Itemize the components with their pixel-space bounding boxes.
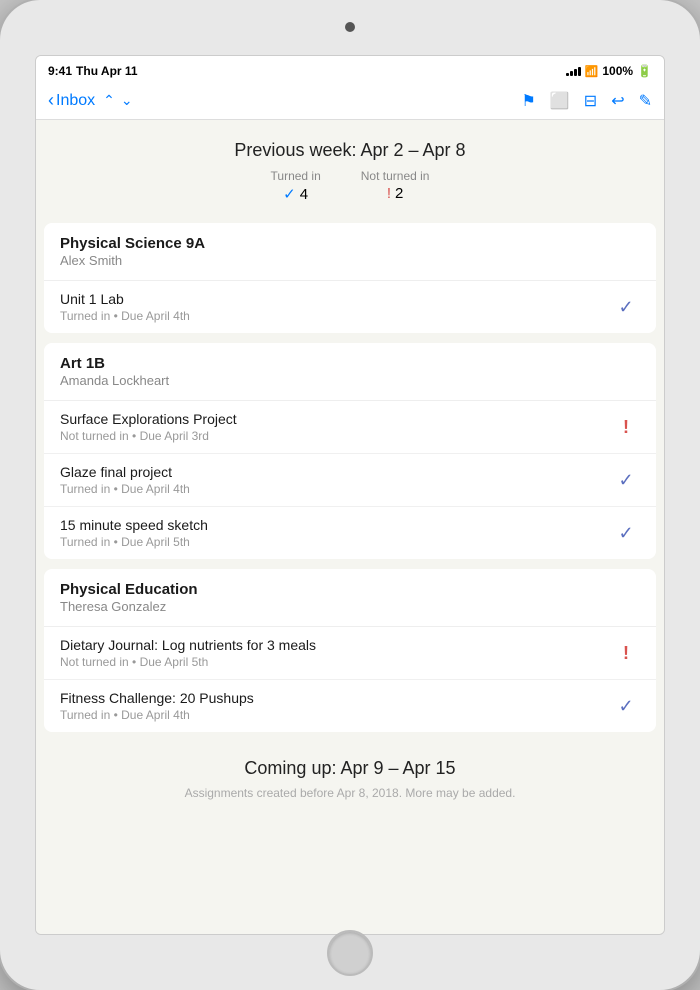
teacher-name-2: Theresa Gonzalez bbox=[60, 599, 640, 614]
turned-in-label: Turned in bbox=[271, 169, 321, 183]
date-display: Thu Apr 11 bbox=[76, 64, 138, 78]
assignment-status-1-0: ! bbox=[612, 417, 640, 438]
assignment-row-2-0[interactable]: Dietary Journal: Log nutrients for 3 mea… bbox=[44, 627, 656, 680]
assignment-info-2-0: Dietary Journal: Log nutrients for 3 mea… bbox=[60, 637, 612, 669]
checkmark-icon: ✓ bbox=[618, 696, 633, 717]
assignment-title-2-1: Fitness Challenge: 20 Pushups bbox=[60, 690, 612, 706]
classes-container: Physical Science 9AAlex Smith Unit 1 Lab T… bbox=[36, 215, 664, 732]
assignment-info-1-2: 15 minute speed sketch Turned in • Due Ap… bbox=[60, 517, 612, 549]
assignment-title-2-0: Dietary Journal: Log nutrients for 3 mea… bbox=[60, 637, 612, 653]
not-turned-in-value: ! 2 bbox=[387, 185, 404, 202]
content-area: Previous week: Apr 2 – Apr 8 Turned in ✓… bbox=[36, 120, 664, 934]
assignment-title-0-0: Unit 1 Lab bbox=[60, 291, 612, 307]
up-arrow-button[interactable]: ⌃ bbox=[103, 92, 115, 109]
back-button[interactable]: ‹ Inbox bbox=[48, 90, 95, 111]
class-name-0: Physical Science 9A bbox=[60, 235, 640, 252]
class-card-0: Physical Science 9AAlex Smith Unit 1 Lab T… bbox=[44, 223, 656, 333]
nav-right: ⚑ ⬜ ⊟ ↩ ✎ bbox=[522, 91, 652, 111]
assignment-row-1-2[interactable]: 15 minute speed sketch Turned in • Due Ap… bbox=[44, 507, 656, 559]
class-header-1: Art 1BAmanda Lockheart bbox=[44, 343, 656, 401]
class-name-1: Art 1B bbox=[60, 355, 640, 372]
folder-icon[interactable]: ⬜ bbox=[550, 91, 570, 111]
turned-in-value: ✓ 4 bbox=[283, 185, 308, 203]
not-turned-in-count: 2 bbox=[395, 185, 403, 202]
class-card-1: Art 1BAmanda Lockheart Surface Exploratio… bbox=[44, 343, 656, 559]
turned-in-stat: Turned in ✓ 4 bbox=[271, 169, 321, 203]
assignment-meta-2-1: Turned in • Due April 4th bbox=[60, 708, 612, 722]
class-name-2: Physical Education bbox=[60, 581, 640, 598]
assignment-title-1-0: Surface Explorations Project bbox=[60, 411, 612, 427]
week-title: Previous week: Apr 2 – Apr 8 bbox=[52, 140, 648, 161]
assignment-status-2-0: ! bbox=[612, 643, 640, 664]
ipad-frame: 9:41 Thu Apr 11 📶 100% 🔋 ‹ Inbo bbox=[0, 0, 700, 990]
assignment-row-2-1[interactable]: Fitness Challenge: 20 Pushups Turned in •… bbox=[44, 680, 656, 732]
checkmark-icon: ✓ bbox=[618, 297, 633, 318]
back-label: Inbox bbox=[56, 92, 95, 110]
check-symbol: ✓ bbox=[283, 185, 296, 203]
screen: 9:41 Thu Apr 11 📶 100% 🔋 ‹ Inbo bbox=[35, 55, 665, 935]
assignment-title-1-1: Glaze final project bbox=[60, 464, 612, 480]
week-header: Previous week: Apr 2 – Apr 8 Turned in ✓… bbox=[36, 120, 664, 215]
assignment-info-0-0: Unit 1 Lab Turned in • Due April 4th bbox=[60, 291, 612, 323]
assignment-title-1-2: 15 minute speed sketch bbox=[60, 517, 612, 533]
assignment-info-2-1: Fitness Challenge: 20 Pushups Turned in •… bbox=[60, 690, 612, 722]
assignment-meta-0-0: Turned in • Due April 4th bbox=[60, 309, 612, 323]
assignment-meta-2-0: Not turned in • Due April 5th bbox=[60, 655, 612, 669]
class-header-2: Physical EducationTheresa Gonzalez bbox=[44, 569, 656, 627]
assignment-status-1-2: ✓ bbox=[612, 523, 640, 544]
not-turned-in-stat: Not turned in ! 2 bbox=[361, 169, 430, 203]
assignment-meta-1-0: Not turned in • Due April 3rd bbox=[60, 429, 612, 443]
assignment-status-0-0: ✓ bbox=[612, 297, 640, 318]
signal-icon bbox=[566, 66, 581, 76]
assignment-row-1-1[interactable]: Glaze final project Turned in • Due April… bbox=[44, 454, 656, 507]
exclamation-icon: ! bbox=[623, 417, 629, 438]
coming-up-section: Coming up: Apr 9 – Apr 15 Assignments cr… bbox=[36, 734, 664, 814]
down-arrow-button[interactable]: ⌄ bbox=[121, 92, 133, 109]
battery-icon: 🔋 bbox=[637, 64, 652, 78]
status-right: 📶 100% 🔋 bbox=[566, 64, 652, 78]
coming-up-title: Coming up: Apr 9 – Apr 15 bbox=[52, 758, 648, 779]
nav-left: ‹ Inbox ⌃ ⌄ bbox=[48, 90, 133, 111]
assignment-meta-1-2: Turned in • Due April 5th bbox=[60, 535, 612, 549]
flag-icon[interactable]: ⚑ bbox=[522, 91, 536, 111]
home-button[interactable] bbox=[327, 930, 373, 976]
checkmark-icon: ✓ bbox=[618, 470, 633, 491]
teacher-name-0: Alex Smith bbox=[60, 253, 640, 268]
status-bar: 9:41 Thu Apr 11 📶 100% 🔋 bbox=[36, 56, 664, 84]
time-display: 9:41 bbox=[48, 64, 72, 78]
class-card-2: Physical EducationTheresa Gonzalez Dietar… bbox=[44, 569, 656, 732]
archive-icon[interactable]: ⊟ bbox=[584, 91, 597, 111]
exclaim-symbol: ! bbox=[387, 185, 391, 202]
nav-bar: ‹ Inbox ⌃ ⌄ ⚑ ⬜ ⊟ ↩ ✎ bbox=[36, 84, 664, 120]
assignment-status-1-1: ✓ bbox=[612, 470, 640, 491]
chevron-left-icon: ‹ bbox=[48, 90, 54, 111]
checkmark-icon: ✓ bbox=[618, 523, 633, 544]
assignment-info-1-0: Surface Explorations Project Not turned i… bbox=[60, 411, 612, 443]
assignment-status-2-1: ✓ bbox=[612, 696, 640, 717]
coming-up-subtitle: Assignments created before Apr 8, 2018. … bbox=[52, 785, 648, 802]
class-header-0: Physical Science 9AAlex Smith bbox=[44, 223, 656, 281]
assignment-row-0-0[interactable]: Unit 1 Lab Turned in • Due April 4th ✓ bbox=[44, 281, 656, 333]
turned-in-count: 4 bbox=[300, 186, 308, 203]
compose-icon[interactable]: ✎ bbox=[639, 91, 652, 111]
not-turned-in-label: Not turned in bbox=[361, 169, 430, 183]
nav-arrows: ⌃ ⌄ bbox=[103, 92, 132, 109]
camera-dot bbox=[345, 22, 355, 32]
assignment-row-1-0[interactable]: Surface Explorations Project Not turned i… bbox=[44, 401, 656, 454]
status-left: 9:41 Thu Apr 11 bbox=[48, 64, 138, 78]
teacher-name-1: Amanda Lockheart bbox=[60, 373, 640, 388]
week-stats: Turned in ✓ 4 Not turned in ! 2 bbox=[52, 169, 648, 203]
battery-display: 100% bbox=[602, 64, 633, 78]
assignment-meta-1-1: Turned in • Due April 4th bbox=[60, 482, 612, 496]
exclamation-icon: ! bbox=[623, 643, 629, 664]
wifi-icon: 📶 bbox=[585, 65, 599, 78]
reply-icon[interactable]: ↩ bbox=[611, 91, 624, 111]
assignment-info-1-1: Glaze final project Turned in • Due April… bbox=[60, 464, 612, 496]
